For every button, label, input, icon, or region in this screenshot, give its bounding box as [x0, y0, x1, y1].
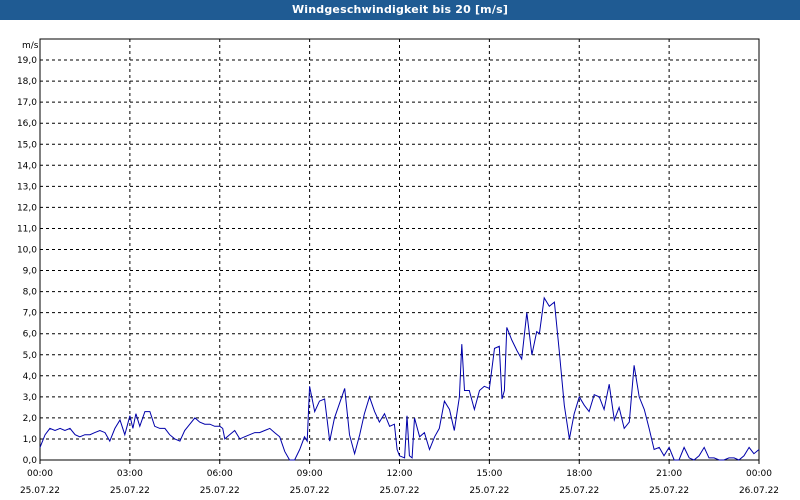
x-tick-time-label: 03:00 [117, 469, 143, 479]
y-tick-label: 17,0 [17, 98, 37, 108]
x-tick-time-label: 00:00 [746, 469, 772, 479]
y-tick-label: 11,0 [17, 224, 37, 234]
x-tick-date-label: 25.07.22 [110, 486, 150, 496]
y-tick-label: 19,0 [17, 56, 37, 66]
y-tick-label: 18,0 [17, 77, 37, 87]
y-axis-label: m/s [22, 41, 39, 51]
x-tick-date-label: 25.07.22 [290, 486, 330, 496]
grid-lines [40, 39, 759, 460]
chart-area: m/s 0,0 1,0 2,0 3,0 4,0 5,0 6,0 7,0 8,0 9,0 10,0 11… [0, 20, 800, 500]
x-tick-date-label: 25.07.22 [469, 486, 509, 496]
y-tick-label: 2,0 [23, 414, 38, 424]
x-tick-time-label: 15:00 [476, 469, 502, 479]
x-tick-time-label: 00:00 [27, 469, 53, 479]
y-tick-label: 13,0 [17, 182, 37, 192]
y-tick-label: 3,0 [23, 393, 38, 403]
x-tick-date-label: 25.07.22 [649, 486, 689, 496]
x-tick-time-label: 12:00 [387, 469, 413, 479]
y-tick-label: 12,0 [17, 203, 37, 213]
y-tick-label: 7,0 [23, 309, 38, 319]
x-tick-date-label: 25.07.22 [200, 486, 240, 496]
y-tick-label: 1,0 [23, 435, 38, 445]
y-tick-label: 0,0 [23, 456, 38, 466]
x-tick-date-label: 25.07.22 [379, 486, 419, 496]
y-axis-ticks: 0,0 1,0 2,0 3,0 4,0 5,0 6,0 7,0 8,0 9,0 10,0 11,0 12… [17, 56, 37, 466]
y-tick-label: 6,0 [23, 330, 38, 340]
x-tick-date-label: 25.07.22 [20, 486, 60, 496]
x-tick-date-label: 25.07.22 [559, 486, 599, 496]
x-axis-ticks: 00:00 25.07.22 03:00 25.07.22 06:00 25.07.22 0… [20, 460, 779, 496]
x-tick-time-label: 09:00 [297, 469, 323, 479]
y-tick-label: 16,0 [17, 119, 37, 129]
y-tick-label: 14,0 [17, 161, 37, 171]
chart-title-bar: Windgeschwindigkeit bis 20 [m/s] [0, 0, 800, 20]
y-tick-label: 5,0 [23, 351, 38, 361]
x-tick-date-label: 26.07.22 [739, 486, 779, 496]
wind-speed-line-chart: m/s 0,0 1,0 2,0 3,0 4,0 5,0 6,0 7,0 8,0 9,0 10,0 11… [17, 38, 779, 496]
y-tick-label: 8,0 [23, 288, 38, 298]
x-tick-time-label: 18:00 [566, 469, 592, 479]
x-tick-time-label: 21:00 [656, 469, 682, 479]
y-tick-label: 15,0 [17, 140, 37, 150]
x-tick-time-label: 06:00 [207, 469, 233, 479]
y-tick-label: 9,0 [23, 267, 38, 277]
y-tick-label: 10,0 [17, 246, 37, 256]
y-tick-label: 4,0 [23, 372, 38, 382]
chart-title: Windgeschwindigkeit bis 20 [m/s] [291, 3, 509, 16]
